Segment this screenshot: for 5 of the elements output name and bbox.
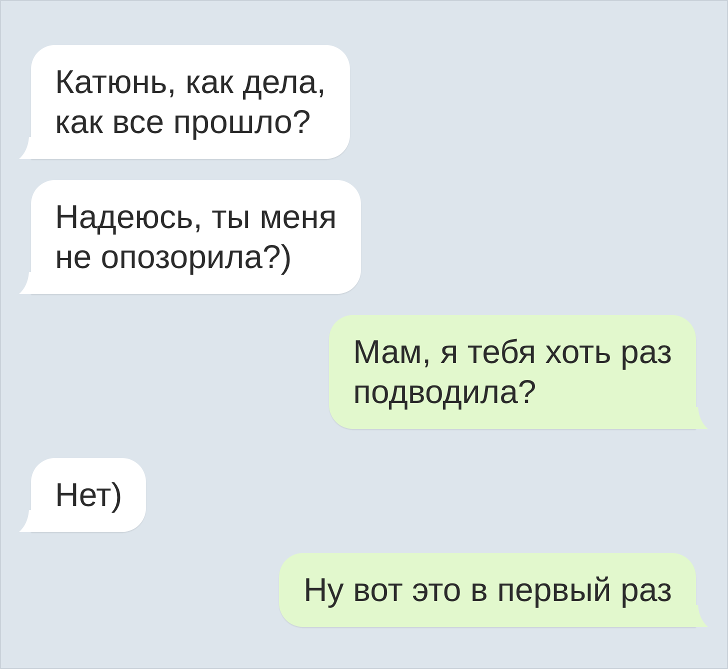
message-text: Нет) (55, 475, 122, 515)
message-text: Надеюсь, ты меня не опозорила?) (55, 197, 337, 277)
message-text: Мам, я тебя хоть раз подводила? (353, 332, 672, 412)
message-text: Ну вот это в первый раз (303, 570, 672, 610)
message-text: Катюнь, как дела, как все прошло? (55, 62, 326, 142)
